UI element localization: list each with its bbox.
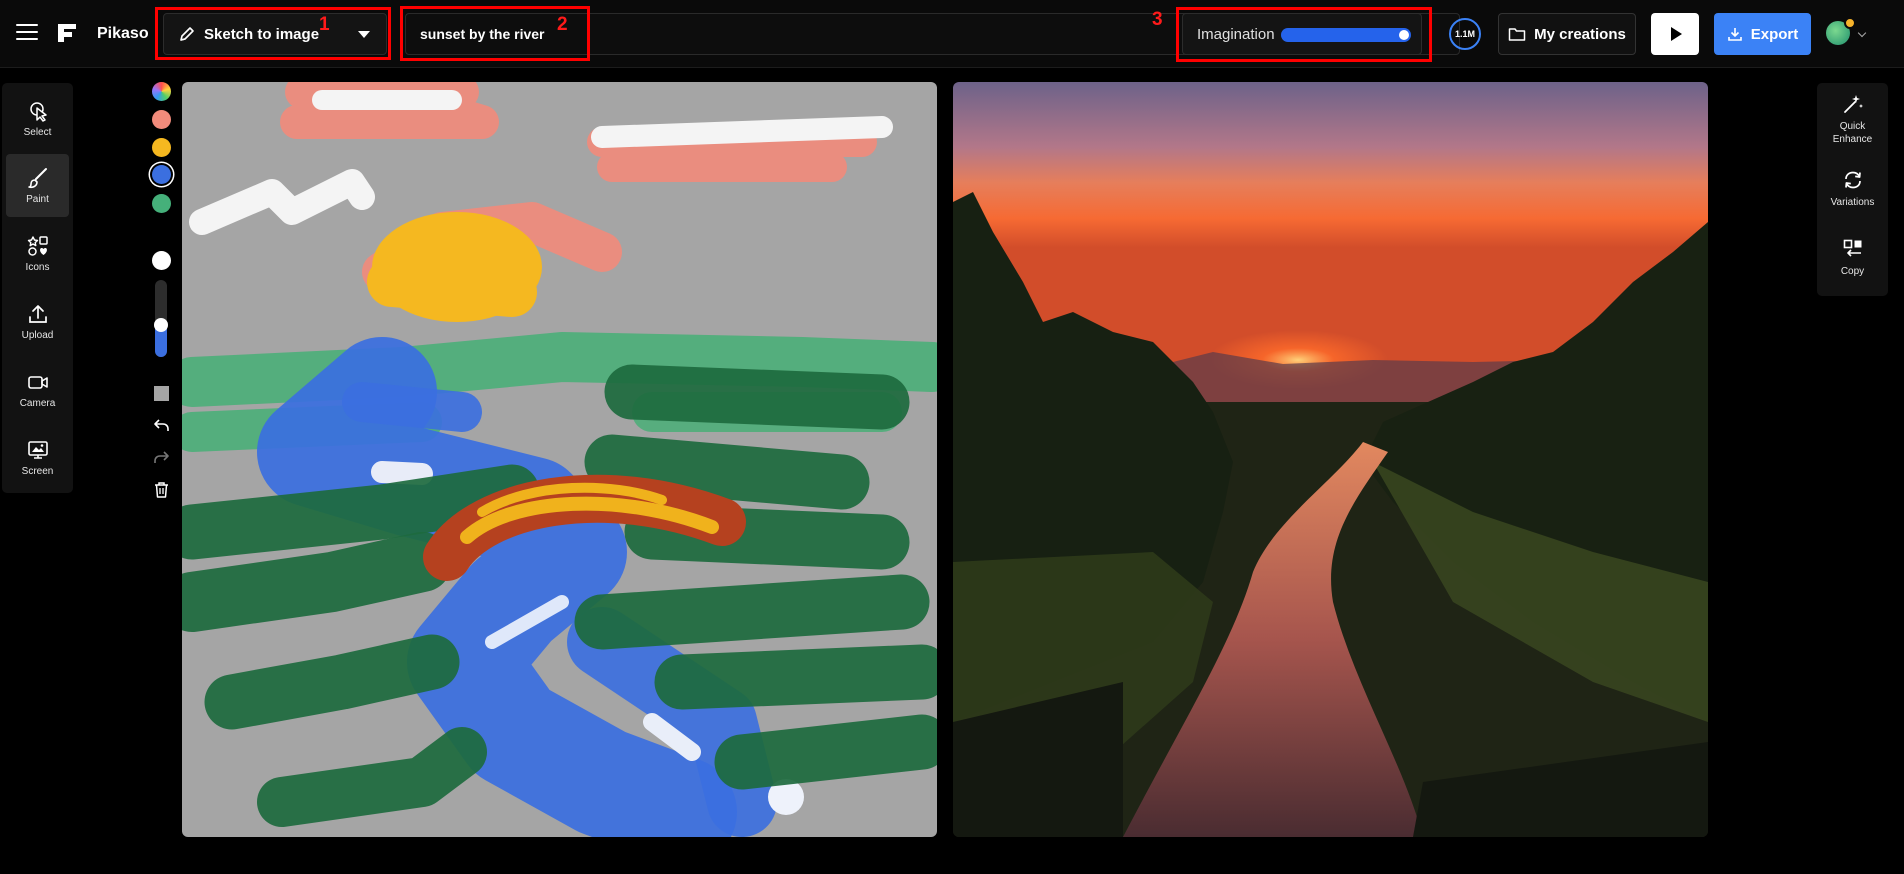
sketch-canvas[interactable] — [182, 82, 937, 837]
tool-label: Variations — [1830, 197, 1875, 208]
tool-label: Copy — [1840, 266, 1865, 277]
tool-label: Quick Enhance — [1832, 121, 1873, 145]
export-button[interactable]: Export — [1714, 13, 1811, 55]
magic-wand-icon — [1843, 95, 1863, 113]
background-color-button[interactable] — [152, 384, 171, 403]
tool-label: Icons — [25, 261, 50, 273]
tool-quick-enhance[interactable]: Quick Enhance — [1821, 93, 1884, 146]
annotation-number-2: 2 — [557, 14, 568, 35]
folder-icon — [1508, 28, 1526, 41]
tool-variations[interactable]: Variations — [1821, 169, 1884, 209]
freepik-logo[interactable] — [56, 22, 78, 44]
tool-camera[interactable]: Camera — [6, 358, 69, 421]
tool-label: Screen — [21, 465, 54, 477]
tool-label: Upload — [21, 329, 54, 341]
annotation-number-3: 3 — [1152, 9, 1163, 30]
notification-badge — [1844, 17, 1856, 29]
generated-image[interactable] — [953, 82, 1708, 837]
sunset-river-image — [953, 82, 1708, 837]
app-name: Pikaso — [97, 25, 149, 42]
tool-screen[interactable]: Screen — [6, 426, 69, 489]
brush-size-knob[interactable] — [154, 318, 168, 332]
color-swatch-amber[interactable] — [152, 138, 171, 157]
tool-paint[interactable]: Paint — [6, 154, 69, 217]
undo-icon[interactable] — [152, 416, 171, 435]
refresh-icon — [1844, 171, 1861, 189]
brush-size-slider[interactable] — [154, 280, 168, 357]
tool-select[interactable]: Select — [6, 87, 69, 150]
tool-label: Paint — [26, 193, 49, 205]
brush-color-indicator[interactable] — [152, 251, 171, 270]
my-creations-label: My creations — [1534, 25, 1626, 43]
annotation-box-1 — [155, 7, 391, 60]
avatar[interactable] — [1826, 17, 1856, 45]
color-swatch-blue[interactable] — [152, 165, 171, 184]
credits-badge[interactable]: 1.1M — [1449, 18, 1481, 50]
tool-label: Select — [23, 126, 52, 138]
shapes-icon — [27, 235, 48, 256]
trash-icon[interactable] — [152, 480, 171, 499]
my-creations-button[interactable]: My creations — [1498, 13, 1636, 55]
upload-icon — [28, 304, 47, 323]
play-button[interactable] — [1651, 13, 1699, 55]
export-label: Export — [1750, 25, 1799, 43]
tool-copy[interactable]: Copy — [1821, 238, 1884, 278]
pointer-icon — [29, 101, 47, 122]
tool-label: Camera — [19, 397, 56, 409]
color-swatch-rainbow[interactable] — [152, 82, 171, 101]
annotation-number-1: 1 — [319, 14, 330, 35]
tools-sidebar: Select Paint Icons Upload Camera Screen — [2, 83, 73, 493]
tool-icons[interactable]: Icons — [6, 222, 69, 285]
color-swatch-green[interactable] — [152, 194, 171, 213]
copy-icon — [1843, 239, 1861, 257]
download-icon — [1727, 28, 1742, 41]
ai-tools-sidebar: Quick Enhance Variations Copy — [1817, 83, 1888, 296]
color-swatch-salmon[interactable] — [152, 110, 171, 129]
tool-upload[interactable]: Upload — [6, 290, 69, 353]
sketch-drawing — [182, 82, 937, 837]
menu-icon[interactable] — [16, 24, 38, 42]
screen-share-icon — [27, 440, 48, 459]
brush-icon — [27, 167, 47, 188]
redo-icon[interactable] — [152, 448, 171, 467]
annotation-box-3 — [1176, 7, 1432, 62]
video-camera-icon — [27, 375, 48, 389]
chevron-down-icon[interactable] — [1857, 28, 1867, 38]
